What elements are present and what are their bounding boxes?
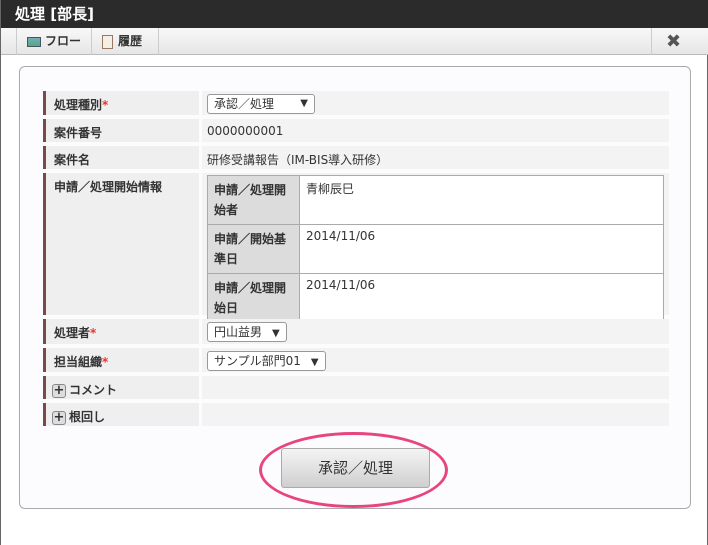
required-mark: * [102,355,109,369]
comment-label: コメント [69,383,118,397]
toolbar: フロー 履歴 ✖ [1,28,708,55]
history-label: 履歴 [118,34,143,48]
value-cell [202,376,669,399]
dropdown-arrow-icon: ▼ [300,98,308,109]
row-nemawashi: + 根回し [43,403,669,426]
plus-icon: + [52,382,66,398]
table-row: 申請／処理開始者 青柳辰巳 [207,175,664,225]
cell-value: 青柳辰巳 [299,175,664,225]
clipboard-clock-icon [102,34,113,49]
cell-label: 申請／処理開始日 [207,273,300,323]
main-content: 処理種別* 承認／処理 ▼ 案件番号 0000000001 案件名 研修受講報告（… [1,56,707,545]
required-mark: * [102,98,109,112]
processor-select[interactable]: 円山益男 ▼ [207,322,287,342]
row-comment: + コメント [43,376,669,399]
start-info-value: 申請／処理開始者 青柳辰巳 申請／開始基準日 2014/11/06 申請／処理開始日… [202,173,669,323]
organization-label: 担当組織* [43,348,199,372]
nemawashi-toggle[interactable]: + 根回し [43,403,199,426]
process-type-select[interactable]: 承認／処理 ▼ [207,94,315,114]
value-cell: 円山益男 ▼ [202,319,669,344]
matter-number-label: 案件番号 [43,119,199,142]
value-cell [202,403,669,426]
image-icon [27,36,41,47]
label-text: 担当組織 [54,355,103,369]
nemawashi-label: 根回し [69,410,106,424]
form-panel: 処理種別* 承認／処理 ▼ 案件番号 0000000001 案件名 研修受講報告（… [19,66,691,509]
row-processor: 処理者* 円山益男 ▼ [43,319,669,344]
table-row: 申請／処理開始日 2014/11/06 [207,273,664,323]
select-value: 承認／処理 [214,97,275,111]
required-mark: * [90,326,97,340]
process-type-label: 処理種別* [43,91,199,115]
close-icon[interactable]: ✖ [651,28,695,55]
table-row: 申請／開始基準日 2014/11/06 [207,224,664,274]
start-info-label: 申請／処理開始情報 [43,173,199,315]
row-start-info: 申請／処理開始情報 申請／処理開始者 青柳辰巳 申請／開始基準日 2014/11/0… [43,173,669,323]
flow-label: フロー [45,34,82,48]
comment-toggle[interactable]: + コメント [43,376,199,399]
row-matter-number: 案件番号 0000000001 [43,119,669,142]
window-title: 処理 [部長] [1,0,708,28]
cell-label: 申請／開始基準日 [207,224,300,274]
row-organization: 担当組織* サンプル部門01 ▼ [43,348,669,372]
cell-value: 2014/11/06 [299,224,664,274]
select-value: 円山益男 [214,325,263,339]
cell-value: 2014/11/06 [299,273,664,323]
approve-process-button[interactable]: 承認／処理 [281,448,430,488]
matter-name-value: 研修受講報告（IM-BIS導入研修） [202,146,669,169]
row-matter-name: 案件名 研修受講報告（IM-BIS導入研修） [43,146,669,169]
label-text: 処理種別 [54,98,103,112]
matter-name-label: 案件名 [43,146,199,169]
cell-label: 申請／処理開始者 [207,175,300,225]
history-button[interactable]: 履歴 [91,28,159,55]
select-value: サンプル部門01 [214,354,301,368]
matter-number-value: 0000000001 [202,119,669,142]
flow-button[interactable]: フロー [16,28,92,55]
value-cell: 承認／処理 ▼ [202,91,669,115]
label-text: 処理者 [54,326,91,340]
dropdown-arrow-icon: ▼ [272,328,280,339]
processor-label: 処理者* [43,319,199,344]
dropdown-arrow-icon: ▼ [310,357,319,368]
start-info-table: 申請／処理開始者 青柳辰巳 申請／開始基準日 2014/11/06 申請／処理開始日… [207,175,664,323]
plus-icon: + [52,409,66,425]
organization-select[interactable]: サンプル部門01 ▼ [207,351,326,371]
row-process-type: 処理種別* 承認／処理 ▼ [43,91,669,115]
value-cell: サンプル部門01 ▼ [202,348,669,372]
